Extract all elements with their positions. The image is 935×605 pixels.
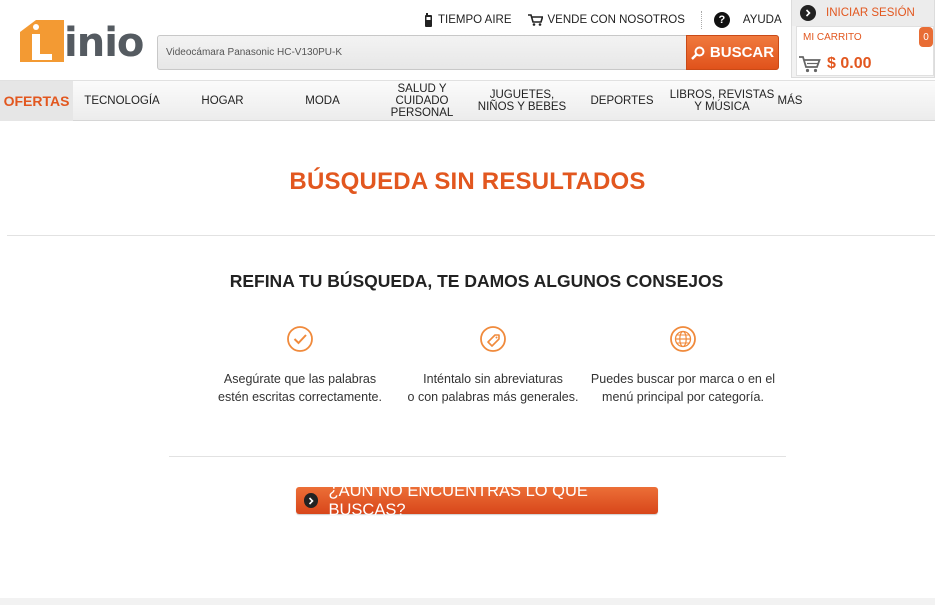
- toplinks-divider: [700, 11, 702, 29]
- linio-logo[interactable]: inio: [14, 12, 144, 66]
- toplink-vende-con-nosotros[interactable]: VENDE CON NOSOTROS: [527, 14, 685, 26]
- nav-item-label: DEPORTES: [590, 95, 654, 107]
- toplink-ayuda[interactable]: ? AYUDA: [713, 12, 782, 28]
- nav-item-label: OFERTAS: [3, 93, 70, 109]
- search-input[interactable]: [158, 36, 686, 69]
- tip-text-line: Asegúrate que las palabras: [223, 372, 377, 386]
- logo-wordmark: inio: [64, 20, 144, 66]
- search-button[interactable]: BUSCAR: [686, 35, 779, 70]
- globe-circle-icon: [670, 326, 696, 352]
- toplink-label: AYUDA: [742, 14, 782, 26]
- nav-item-ofertas[interactable]: OFERTAS: [0, 81, 73, 121]
- tip-spelling: Asegúrate que las palabras estén escrita…: [200, 324, 400, 406]
- nav-item-deportes[interactable]: DEPORTES: [574, 81, 670, 121]
- search-bar: BUSCAR: [157, 35, 779, 70]
- tag-circle-icon: [480, 326, 506, 352]
- tip-text-line: estén escritas correctamente.: [218, 390, 382, 404]
- nav-item-mas[interactable]: MÁS: [772, 81, 808, 121]
- nav-item-label-line: CUIDADO: [395, 95, 449, 107]
- help-icon: ?: [713, 12, 730, 28]
- toplink-tiempo-aire[interactable]: TIEMPO AIRE: [424, 12, 512, 28]
- site-header: inio TIEMPO AIRE VENDE CON NOSOTROS ? AY…: [0, 0, 935, 80]
- account-box: INICIAR SESIÓN MI CARRITO 0 $ 0.00: [791, 0, 935, 78]
- toplink-label: VENDE CON NOSOTROS: [547, 14, 685, 26]
- nav-item-juguetes[interactable]: JUGUETES, NIÑOS Y BEBES: [472, 81, 572, 121]
- nav-item-label-line: PERSONAL: [390, 107, 454, 119]
- login-link[interactable]: INICIAR SESIÓN: [792, 0, 934, 26]
- cart-count-badge: 0: [919, 27, 933, 47]
- nav-item-label-line: SALUD Y: [397, 83, 447, 95]
- nav-item-label: HOGAR: [201, 95, 244, 107]
- nav-item-label-line: Y MÚSICA: [694, 101, 750, 113]
- divider: [7, 235, 935, 236]
- nav-item-tecnologia[interactable]: TECNOLOGÍA: [73, 81, 171, 121]
- login-label: INICIAR SESIÓN: [826, 7, 915, 19]
- check-circle-icon: [287, 326, 313, 352]
- tips-heading: REFINA TU BÚSQUEDA, TE DAMOS ALGUNOS CON…: [229, 271, 724, 291]
- nav-item-label-line: LIBROS, REVISTAS: [669, 89, 775, 101]
- cart-label: MI CARRITO: [803, 32, 862, 43]
- nav-item-label-line: NIÑOS Y BEBES: [477, 101, 567, 113]
- tip-abbreviations: Inténtalo sin abreviaturas o con palabra…: [393, 324, 593, 406]
- phone-icon: [424, 12, 433, 28]
- still-not-found-button[interactable]: ¿AÚN NO ENCUENTRAS LO QUE BUSCAS?: [296, 482, 658, 519]
- chevron-right-icon: [800, 5, 816, 21]
- category-nav: OFERTAS TECNOLOGÍA HOGAR MODA SALUD Y CU…: [0, 80, 935, 121]
- nav-item-salud[interactable]: SALUD Y CUIDADO PERSONAL: [372, 81, 472, 121]
- tip-text-line: o con palabras más generales.: [407, 390, 579, 404]
- cart-icon: [527, 14, 543, 26]
- toplink-label: TIEMPO AIRE: [438, 14, 512, 26]
- footer-strip: [0, 598, 935, 605]
- tip-text-line: Inténtalo sin abreviaturas: [423, 372, 563, 386]
- tip-text-line: menú principal por categoría.: [602, 390, 764, 404]
- nav-item-label: MÁS: [777, 95, 803, 107]
- divider: [169, 456, 786, 457]
- cart-total-row: $ 0.00: [797, 54, 933, 74]
- nav-item-hogar[interactable]: HOGAR: [175, 81, 270, 121]
- tip-brand-category: Puedes buscar por marca o en el menú pri…: [583, 324, 783, 406]
- chevron-right-icon: [304, 493, 319, 508]
- nav-item-label-line: JUGUETES,: [489, 89, 555, 101]
- nav-item-libros[interactable]: LIBROS, REVISTAS Y MÚSICA: [668, 81, 776, 121]
- nav-item-label: TECNOLOGÍA: [84, 95, 160, 107]
- shopping-cart-icon: [799, 56, 821, 73]
- top-links: TIEMPO AIRE VENDE CON NOSOTROS ? AYUDA: [424, 10, 782, 30]
- page-title: BÚSQUEDA SIN RESULTADOS: [289, 168, 646, 195]
- nav-item-moda[interactable]: MODA: [275, 81, 370, 121]
- cta-label: ¿AÚN NO ENCUENTRAS LO QUE BUSCAS?: [328, 481, 588, 519]
- price-tag-logo-icon: [20, 20, 64, 62]
- search-icon: [691, 46, 705, 60]
- nav-item-label: MODA: [305, 95, 340, 107]
- tip-text-line: Puedes buscar por marca o en el: [590, 372, 776, 386]
- cart-total: $ 0.00: [827, 55, 872, 72]
- cart-panel[interactable]: MI CARRITO 0 $ 0.00: [796, 26, 934, 76]
- search-button-label: BUSCAR: [709, 44, 775, 61]
